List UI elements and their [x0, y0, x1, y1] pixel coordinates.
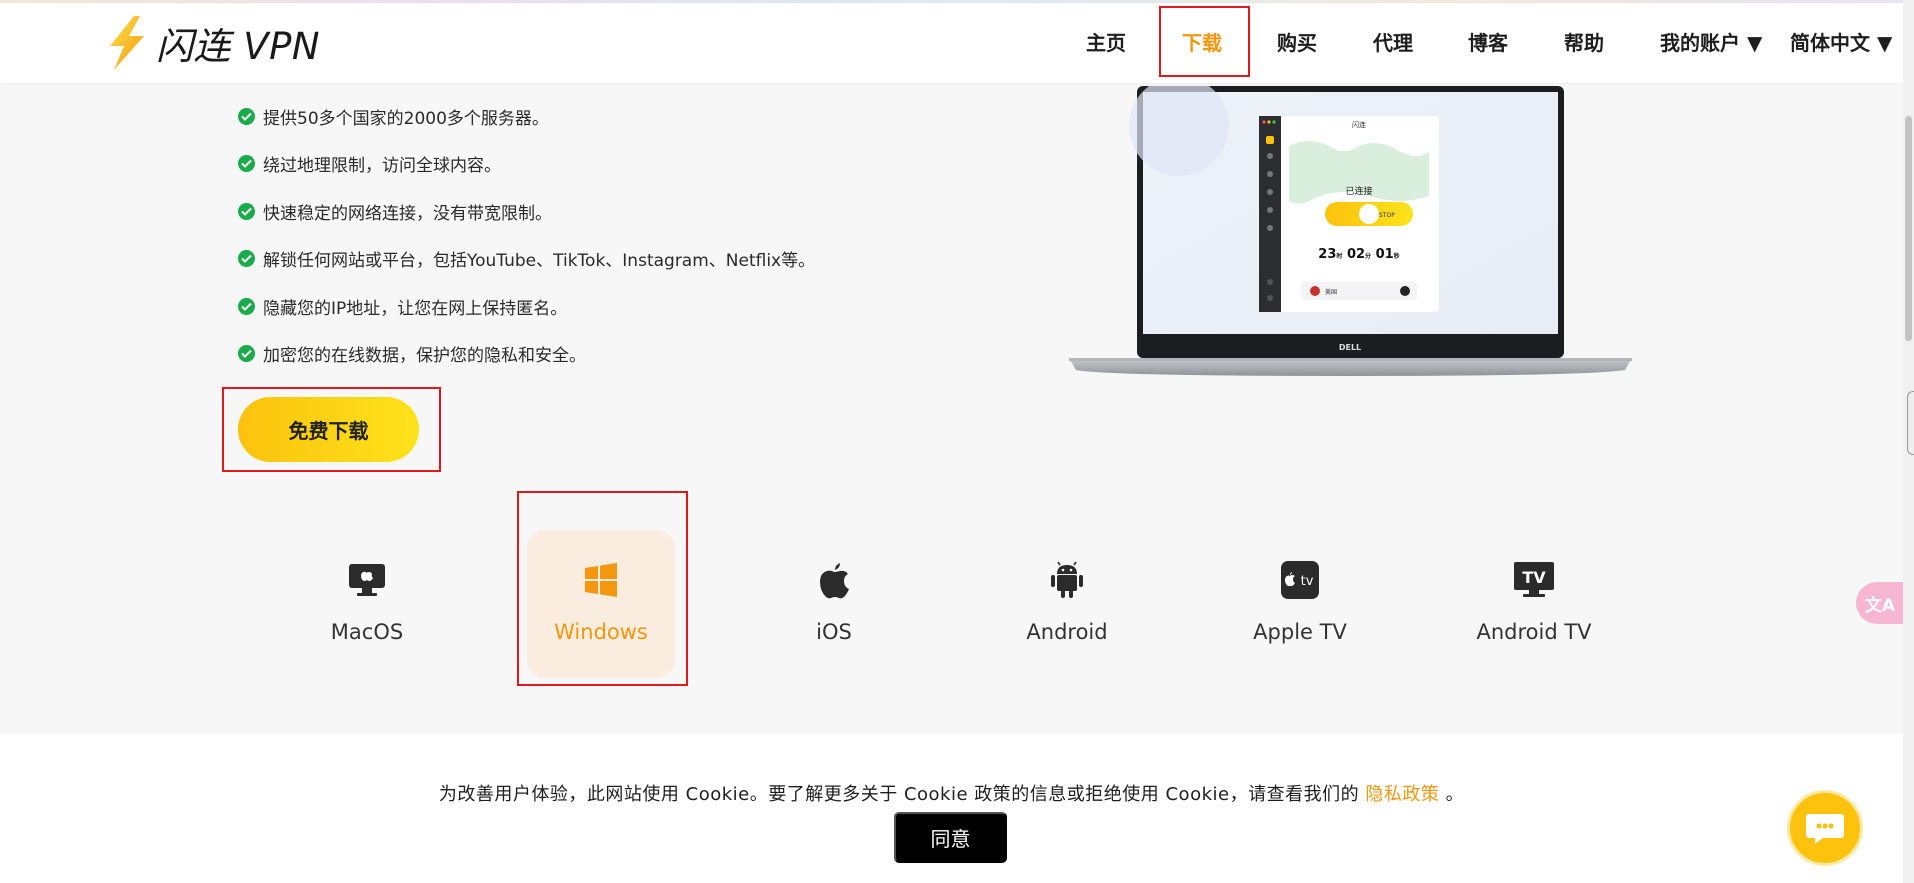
check-icon — [238, 108, 255, 125]
apple-tv-icon: tv — [1281, 560, 1319, 600]
laptop-brand: DELL — [1339, 343, 1361, 352]
scrollbar-thumb[interactable] — [1905, 116, 1912, 341]
feature-item: 隐藏您的IP地址，让您在网上保持匿名。 — [238, 294, 567, 319]
svg-text:23时 02分 01秒: 23时 02分 01秒 — [1318, 247, 1399, 262]
macos-monitor-icon — [348, 560, 386, 600]
timer-hours-unit: 时 — [1336, 252, 1342, 260]
check-icon — [238, 155, 255, 172]
feature-item: 解锁任何网站或平台，包括YouTube、TikTok、Instagram、Net… — [238, 246, 815, 271]
timer-minutes-unit: 分 — [1365, 252, 1371, 260]
platform-ios[interactable]: iOS — [760, 530, 908, 678]
check-icon — [238, 298, 255, 315]
cookie-text-end: 。 — [1445, 784, 1465, 805]
android-tv-icon: TV — [1513, 560, 1555, 600]
logo-text: 闪连 VPN — [156, 25, 321, 68]
feature-text: 快速稳定的网络连接，没有带宽限制。 — [263, 204, 552, 224]
app-location: 美国 — [1325, 288, 1337, 296]
platform-label: Android TV — [1476, 620, 1592, 644]
nav-my-account[interactable]: 我的账户 ▼ — [1660, 3, 1762, 83]
feature-text: 隐藏您的IP地址，让您在网上保持匿名。 — [263, 299, 568, 319]
check-icon — [238, 345, 255, 362]
android-tv-icon-text: TV — [1522, 568, 1546, 587]
apple-tv-icon-text: tv — [1301, 574, 1314, 589]
cookie-message: 为改善用户体验，此网站使用 Cookie。要了解更多关于 Cookie 政策的信… — [0, 780, 1903, 806]
timer-minutes: 02 — [1347, 247, 1365, 262]
nav-blog[interactable]: 博客 — [1468, 3, 1508, 83]
android-icon — [1050, 560, 1084, 600]
feature-item: 加密您的在线数据，保护您的隐私和安全。 — [238, 341, 586, 366]
platform-label: iOS — [816, 620, 852, 644]
feature-text: 提供50多个国家的2000多个服务器。 — [263, 109, 549, 129]
nav-proxy[interactable]: 代理 — [1373, 3, 1413, 83]
feature-item: 快速稳定的网络连接，没有带宽限制。 — [238, 199, 552, 224]
chat-support-button[interactable] — [1787, 790, 1863, 866]
timer-hours: 23 — [1318, 247, 1336, 262]
side-panel-handle[interactable] — [1907, 391, 1914, 455]
privacy-policy-link[interactable]: 隐私政策 — [1365, 784, 1439, 805]
apple-icon — [818, 560, 850, 600]
feature-item: 绕过地理限制，访问全球内容。 — [238, 151, 501, 176]
site-logo[interactable]: 闪连 VPN — [104, 11, 320, 75]
platform-macos[interactable]: MacOS — [293, 530, 441, 678]
laptop-app-preview: 闪连 已连接 STOP 23时 02分 01秒 美国 DELL — [1069, 76, 1632, 376]
translate-icon: 文A — [1864, 595, 1896, 616]
nav-help[interactable]: 帮助 — [1564, 3, 1604, 83]
free-download-button[interactable]: 免费下载 — [238, 397, 419, 462]
windows-highlight-box — [517, 491, 688, 686]
nav-download-highlight-box — [1159, 6, 1250, 77]
site-header: 闪连 VPN 主页 下载 购买 代理 博客 帮助 我的账户 ▼ 简体中文 ▼ — [0, 3, 1903, 83]
check-icon — [238, 203, 255, 220]
app-stop-label: STOP — [1379, 212, 1395, 219]
translate-widget[interactable]: 文A — [1856, 582, 1904, 624]
cookie-text: 为改善用户体验，此网站使用 Cookie。要了解更多关于 Cookie 政策的信… — [438, 784, 1360, 805]
platform-label: Apple TV — [1253, 620, 1347, 644]
chat-bubble-icon — [1806, 814, 1844, 844]
platform-android-tv[interactable]: TV Android TV — [1460, 530, 1608, 678]
lightning-logo-icon — [110, 16, 144, 70]
timer-seconds: 01 — [1376, 247, 1394, 262]
laptop-illustration: 闪连 已连接 STOP 23时 02分 01秒 美国 DELL — [1069, 76, 1632, 376]
cookie-banner: 为改善用户体验，此网站使用 Cookie。要了解更多关于 Cookie 政策的信… — [0, 734, 1903, 883]
platform-label: Android — [1026, 620, 1108, 644]
app-window-title: 闪连 — [1352, 120, 1366, 129]
nav-home[interactable]: 主页 — [1086, 3, 1126, 83]
feature-item: 提供50多个国家的2000多个服务器。 — [238, 104, 549, 129]
platform-apple-tv[interactable]: tv Apple TV — [1226, 530, 1374, 678]
nav-language[interactable]: 简体中文 ▼ — [1790, 3, 1892, 83]
cookie-agree-button[interactable]: 同意 — [894, 812, 1007, 863]
nav-buy[interactable]: 购买 — [1277, 3, 1317, 83]
timer-seconds-unit: 秒 — [1394, 252, 1400, 260]
check-icon — [238, 250, 255, 267]
feature-text: 绕过地理限制，访问全球内容。 — [263, 156, 501, 176]
app-status-text: 已连接 — [1345, 185, 1372, 197]
platform-label: MacOS — [330, 620, 404, 644]
feature-text: 加密您的在线数据，保护您的隐私和安全。 — [263, 346, 586, 366]
platform-android[interactable]: Android — [993, 530, 1141, 678]
feature-text: 解锁任何网站或平台，包括YouTube、TikTok、Instagram、Net… — [263, 251, 816, 271]
